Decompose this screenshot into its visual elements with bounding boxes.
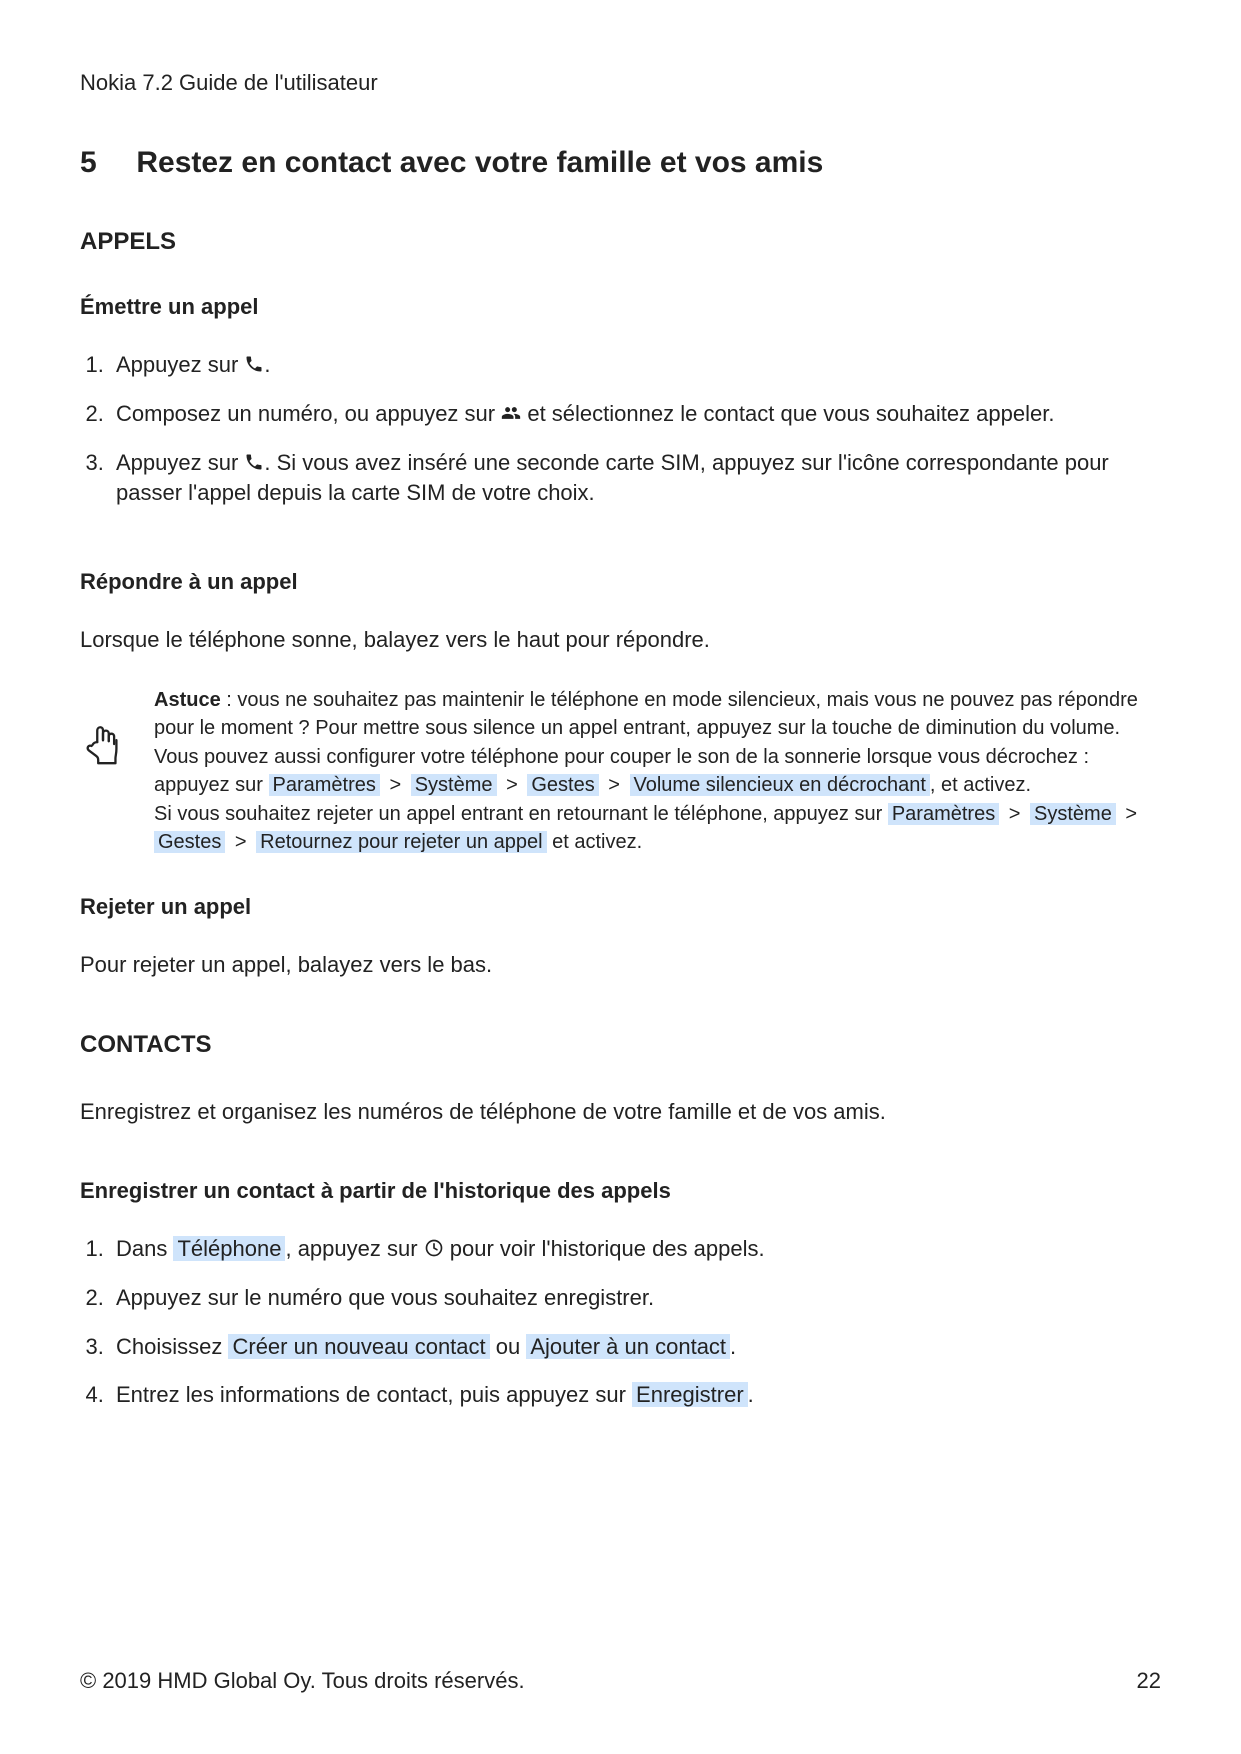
- separator-gt: >: [1121, 803, 1141, 825]
- body-rejeter: Pour rejeter un appel, balayez vers le b…: [80, 950, 1161, 981]
- steps-emettre: Appuyez sur . Composez un numéro, ou app…: [80, 350, 1161, 509]
- separator-gt: >: [502, 774, 522, 796]
- hl-parametres: Paramètres: [888, 803, 999, 825]
- separator-gt: >: [1005, 803, 1025, 825]
- hl-ajouter-contact: Ajouter à un contact: [526, 1334, 730, 1359]
- tip-part: et activez.: [547, 831, 643, 853]
- contacts-intro: Enregistrez et organisez les numéros de …: [80, 1097, 1161, 1128]
- contacts-icon: [501, 401, 521, 421]
- step-text: Appuyez sur: [116, 450, 244, 475]
- step-text: et sélectionnez le contact que vous souh…: [521, 401, 1054, 426]
- list-item: Appuyez sur . Si vous avez inséré une se…: [110, 448, 1161, 510]
- step-text: . Si vous avez inséré une seconde carte …: [116, 450, 1109, 506]
- body-repondre: Lorsque le téléphone sonne, balayez vers…: [80, 625, 1161, 656]
- hl-systeme: Système: [411, 774, 497, 796]
- step-text: pour voir l'historique des appels.: [444, 1236, 765, 1261]
- hl-systeme: Système: [1030, 803, 1116, 825]
- footer-copyright: © 2019 HMD Global Oy. Tous droits réserv…: [80, 1668, 525, 1694]
- separator-gt: >: [385, 774, 405, 796]
- subheading-enregistrer: Enregistrer un contact à partir de l'his…: [80, 1178, 1161, 1204]
- tip-part: , et activez.: [930, 774, 1031, 796]
- subheading-repondre: Répondre à un appel: [80, 569, 1161, 595]
- hl-gestes: Gestes: [527, 774, 598, 796]
- tip-bold: Astuce: [154, 689, 221, 711]
- hl-telephone: Téléphone: [173, 1236, 285, 1261]
- section-heading-contacts: CONTACTS: [80, 1031, 1161, 1059]
- step-text: Entrez les informations de contact, puis…: [116, 1382, 632, 1407]
- hl-enregistrer: Enregistrer: [632, 1382, 748, 1407]
- step-text: Dans: [116, 1236, 173, 1261]
- phone-icon: [244, 352, 264, 372]
- subheading-emettre: Émettre un appel: [80, 294, 1161, 320]
- separator-gt: >: [604, 774, 624, 796]
- tip-text: Astuce : vous ne souhaitez pas maintenir…: [154, 686, 1161, 856]
- list-item: Composez un numéro, ou appuyez sur et sé…: [110, 399, 1161, 430]
- steps-enregistrer: Dans Téléphone, appuyez sur pour voir l'…: [80, 1234, 1161, 1411]
- step-text: ou: [490, 1334, 527, 1359]
- step-text: Choisissez: [116, 1334, 228, 1359]
- tip-block: Astuce : vous ne souhaitez pas maintenir…: [80, 686, 1161, 856]
- hl-volume-silencieux: Volume silencieux en décrochant: [630, 774, 930, 796]
- list-item: Choisissez Créer un nouveau contact ou A…: [110, 1332, 1161, 1363]
- list-item: Appuyez sur .: [110, 350, 1161, 381]
- section-heading-appels: APPELS: [80, 228, 1161, 256]
- step-text: Appuyez sur: [116, 352, 244, 377]
- step-text: .: [730, 1334, 736, 1359]
- separator-gt: >: [231, 831, 251, 853]
- tip-part: Si vous souhaitez rejeter un appel entra…: [154, 803, 888, 825]
- step-text: , appuyez sur: [285, 1236, 423, 1261]
- document-title: Nokia 7.2 Guide de l'utilisateur: [80, 70, 1161, 96]
- step-text: .: [264, 352, 270, 377]
- list-item: Appuyez sur le numéro que vous souhaitez…: [110, 1283, 1161, 1314]
- hl-creer-contact: Créer un nouveau contact: [228, 1334, 489, 1359]
- chapter-title-text: Restez en contact avec votre famille et …: [136, 146, 823, 179]
- tip-hand-icon: [80, 722, 126, 773]
- hl-retournez: Retournez pour rejeter un appel: [256, 831, 546, 853]
- phone-icon: [244, 450, 264, 470]
- chapter-number: 5: [80, 146, 128, 180]
- subheading-rejeter: Rejeter un appel: [80, 894, 1161, 920]
- step-text: Composez un numéro, ou appuyez sur: [116, 401, 501, 426]
- page-footer: © 2019 HMD Global Oy. Tous droits réserv…: [80, 1668, 1161, 1694]
- hl-gestes: Gestes: [154, 831, 225, 853]
- chapter-heading: 5 Restez en contact avec votre famille e…: [80, 146, 1161, 180]
- hl-parametres: Paramètres: [269, 774, 380, 796]
- list-item: Entrez les informations de contact, puis…: [110, 1380, 1161, 1411]
- step-text: Appuyez sur le numéro que vous souhaitez…: [116, 1285, 654, 1310]
- footer-page-number: 22: [1137, 1668, 1161, 1694]
- step-text: .: [748, 1382, 754, 1407]
- list-item: Dans Téléphone, appuyez sur pour voir l'…: [110, 1234, 1161, 1265]
- clock-history-icon: [424, 1236, 444, 1256]
